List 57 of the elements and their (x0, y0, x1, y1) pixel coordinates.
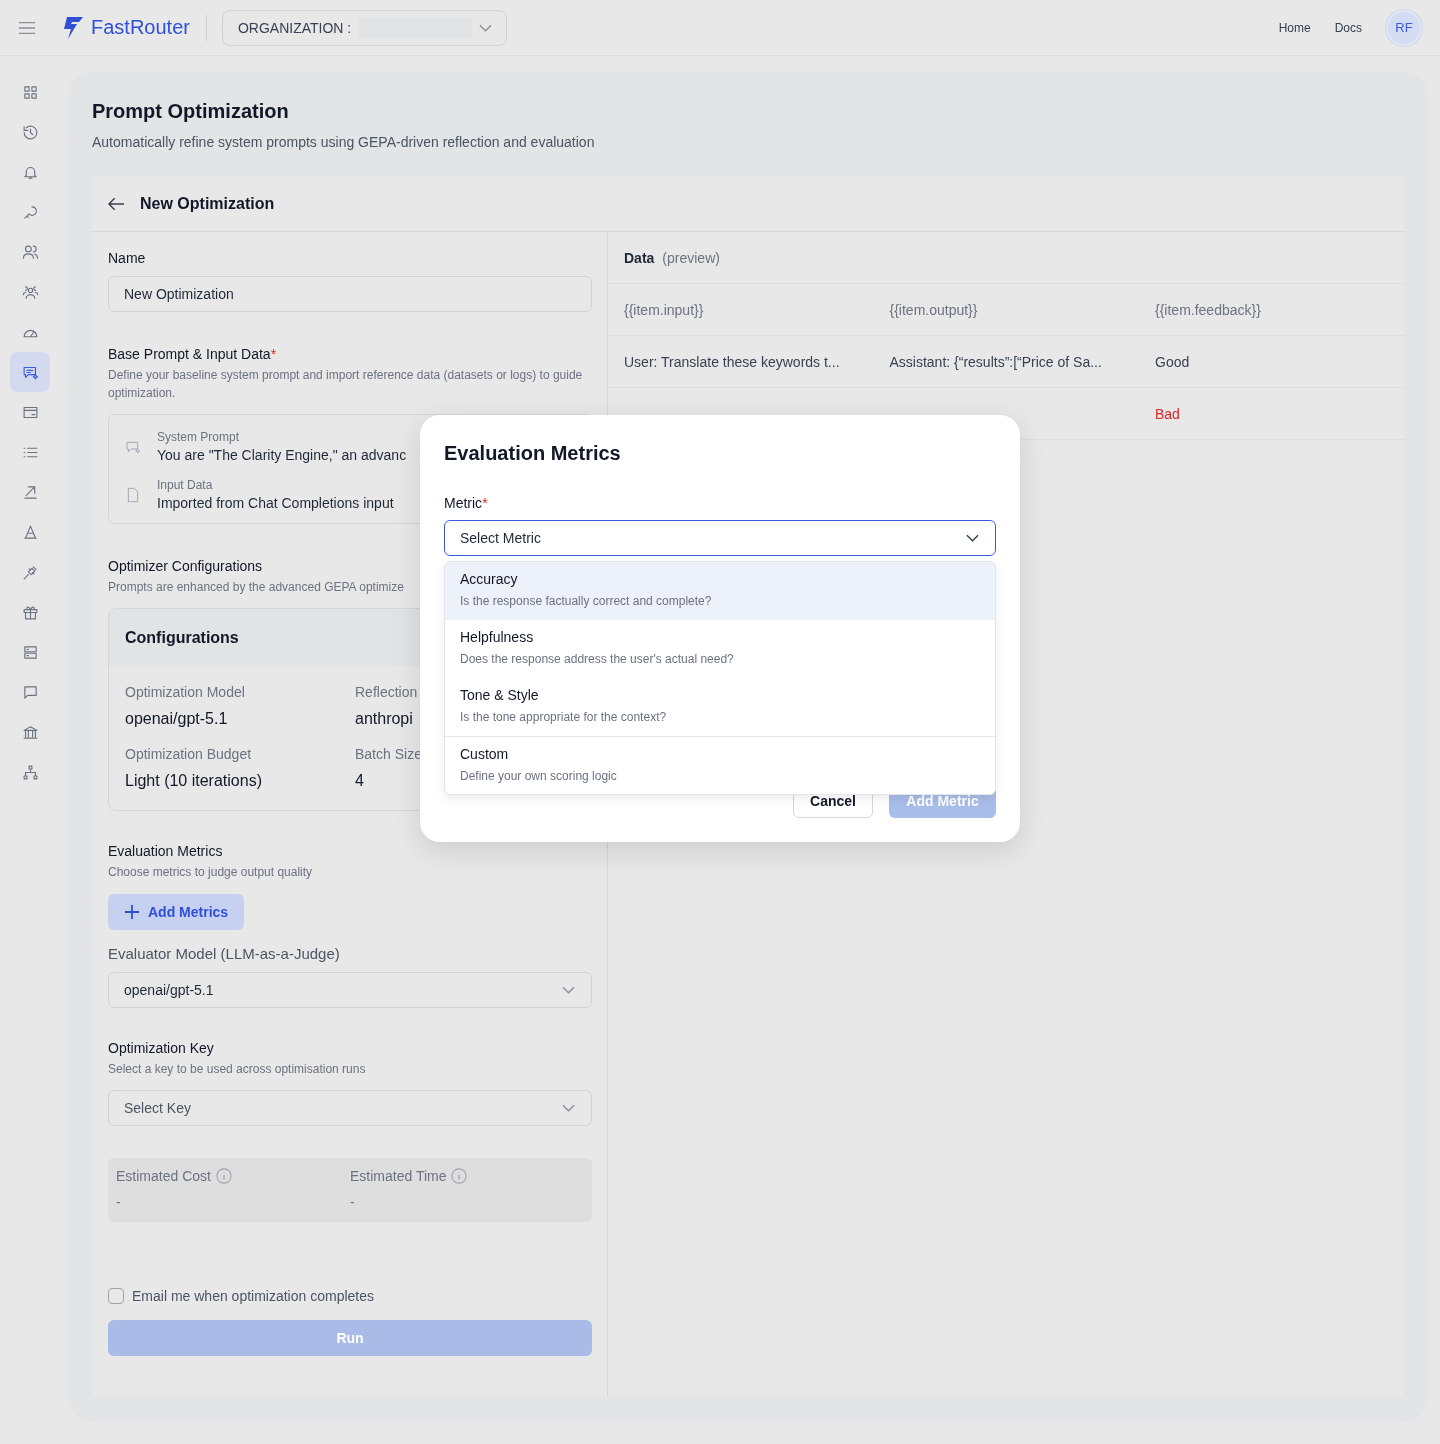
item-label: Input Data (157, 477, 214, 493)
field-label: Metric (444, 495, 483, 511)
metric-select[interactable]: Select Metric (444, 520, 996, 556)
dialog-title: Evaluation Metrics (444, 441, 622, 466)
required-mark: * (270, 346, 277, 362)
key-select[interactable]: Select Key (108, 1090, 592, 1126)
config-value: anthropi (355, 709, 414, 729)
field-label: Evaluator Model (LLM-as-a-Judge) (108, 944, 340, 964)
section-description: Select a key to be used across optimisation runs (108, 1061, 366, 1078)
config-value: 4 (355, 771, 365, 791)
column-header: {{item.feedback}} (1154, 301, 1262, 318)
card-title: Configurations (125, 628, 239, 647)
section-description: Prompts are enhanced by the advanced GEPA optimize (108, 579, 404, 596)
metric-option[interactable]: Accuracy Is the response factually correct and complete? (445, 562, 995, 620)
estimate-label: Estimated Cost (116, 1167, 211, 1186)
user-avatar[interactable]: RF (1386, 9, 1422, 46)
config-label: Optimization Budget (125, 745, 253, 764)
metric-option[interactable]: Helpfulness Does the response address the user's actual need? (445, 620, 995, 678)
field-label: Name (108, 249, 146, 268)
config-value: Light (10 iterations) (125, 771, 262, 791)
table-cell-text: User: Translate these keywords t... (623, 353, 841, 370)
system-prompt-text: You are "The Clarity Engine," an advanc (157, 446, 407, 465)
metric-option[interactable]: Custom Define your own scoring logic (445, 736, 995, 794)
estimate-value: - (116, 1194, 122, 1210)
table-cell-text: Assistant: {“results”:[“Price of Sa... (888, 353, 1103, 370)
evaluator-model-select[interactable]: openai/gpt-5.1 (108, 972, 592, 1008)
feedback-cell-text: Good (1154, 353, 1191, 370)
feedback-cell-text: Bad (1154, 405, 1181, 422)
nav-link[interactable]: Home (1278, 20, 1311, 35)
column-header: {{item.output}} (888, 301, 979, 318)
brand-name: FastRouter (91, 16, 190, 39)
name-field[interactable]: New Optimization (108, 276, 592, 312)
add-metrics-button[interactable]: Add Metrics (108, 894, 245, 930)
metric-option[interactable]: Tone & Style Is the tone appropriate for the context? (445, 678, 995, 736)
form-title: New Optimization (140, 194, 275, 213)
required-mark: * (482, 495, 488, 511)
section-title: Optimization Key (108, 1039, 214, 1058)
nav-link[interactable]: Docs (1334, 20, 1362, 35)
estimate-label: Estimated Time (350, 1167, 447, 1186)
page-title: Prompt Optimization (92, 99, 290, 124)
config-value: openai/gpt-5.1 (125, 709, 229, 729)
checkbox-label: Email me when optimization completes (132, 1288, 374, 1304)
section-title: Base Prompt & Input Data (108, 346, 271, 362)
config-label: Reflection (355, 683, 418, 702)
config-label: Optimization Model (125, 683, 245, 702)
section-description: Choose metrics to judge output quality (108, 864, 313, 881)
column-header: {{item.input}} (623, 301, 705, 318)
input-data-text: Imported from Chat Completions input (157, 494, 394, 513)
section-description: Define your baseline system prompt and import reference data (datasets or logs) to guide optimization. (108, 367, 584, 402)
section-title: Evaluation Metrics (108, 842, 223, 861)
organization-select[interactable]: ORGANIZATION : (221, 9, 507, 46)
config-label: Batch Size (355, 745, 422, 764)
estimate-value: - (350, 1194, 356, 1210)
page-subtitle: Automatically refine system prompts using GEPA-driven reflection and evaluation (92, 133, 596, 152)
section-title: Optimizer Configurations (108, 557, 263, 576)
preview-title: Data (preview) (608, 232, 1405, 284)
item-label: System Prompt (157, 429, 241, 445)
